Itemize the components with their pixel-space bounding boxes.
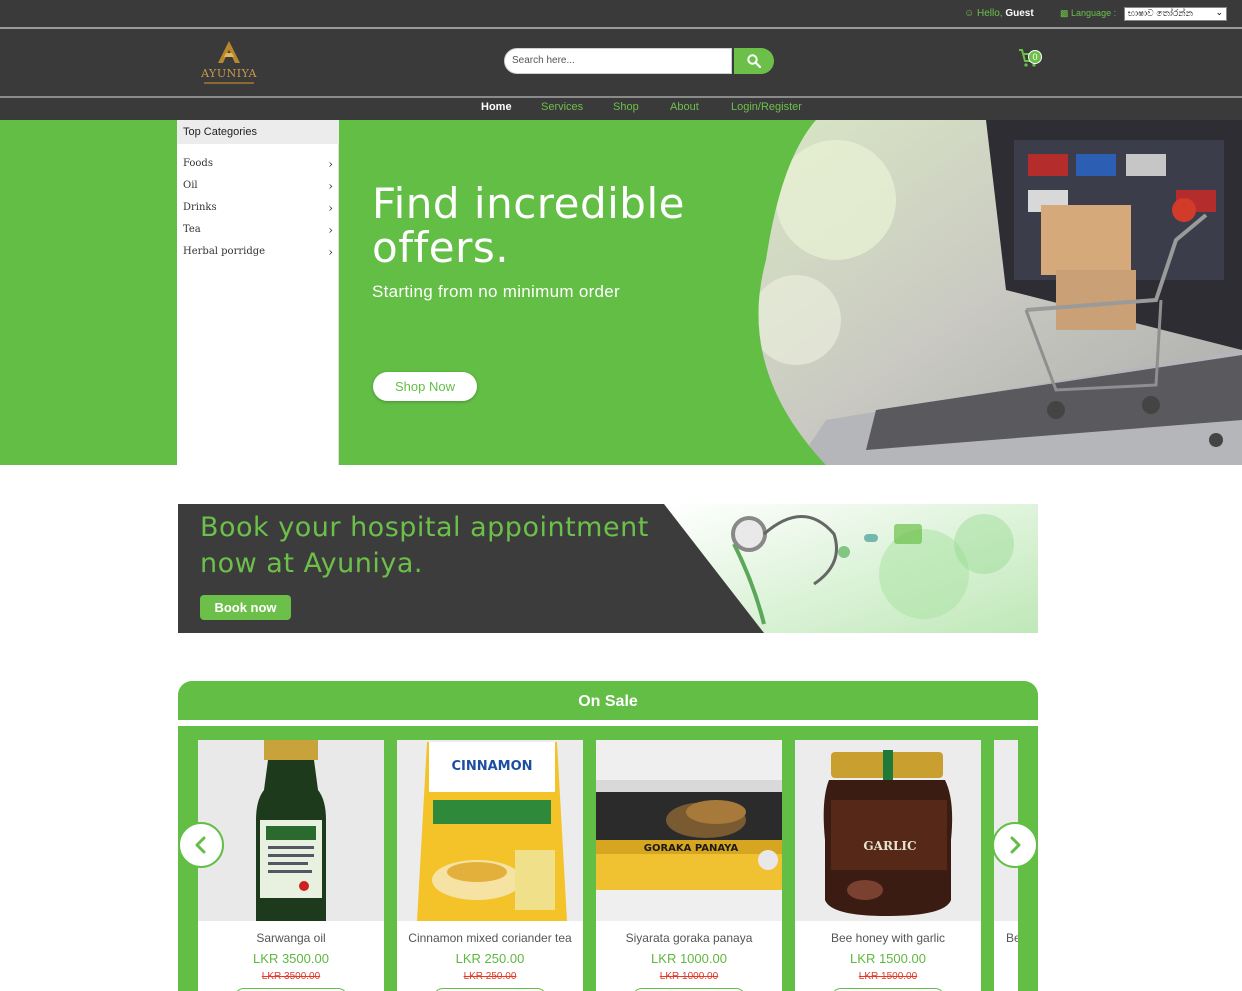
category-item-foods[interactable]: Foods ›	[183, 157, 333, 174]
product-name: Siyarata goraka panaya	[625, 931, 753, 945]
product-name: Cinnamon mixed coriander tea	[408, 931, 572, 945]
logo-mark-icon	[218, 41, 240, 63]
product-old-price: LKR 1000.00	[659, 971, 719, 982]
product-image: GARLIC	[795, 740, 981, 921]
hero-banner: Top Categories Foods › Oil › Drinks › Te…	[0, 120, 1242, 465]
product-old-price: LKR 3500.00	[261, 971, 321, 982]
category-item-tea[interactable]: Tea ›	[183, 223, 333, 240]
book-now-button[interactable]: Book now	[200, 595, 291, 620]
product-card-sarwanga-oil[interactable]: Sarwanga oil LKR 3500.00 LKR 3500.00	[198, 740, 384, 991]
product-card-goraka-panaya[interactable]: GORAKA PANAYA Siyarata goraka panaya LKR…	[596, 740, 782, 991]
product-price: LKR 1000.00	[651, 951, 727, 966]
header: AYUNIYA Search here... 0	[0, 29, 1242, 97]
search-icon	[747, 54, 761, 68]
hero-laptop-cart-image	[758, 120, 1242, 465]
product-image: CINNAMON	[397, 740, 583, 921]
categories-title: Top Categories	[177, 120, 339, 144]
chevron-right-icon: ›	[328, 157, 333, 171]
top-bar: ☺ Hello, Guest ▩ Language : භාෂාව තෝරන්න…	[0, 0, 1242, 28]
cart-count-badge: 0	[1028, 50, 1042, 64]
product-pack-text: GARLIC	[863, 839, 916, 853]
logo-text: AYUNIYA	[201, 67, 257, 80]
chevron-down-icon: ⌄	[1215, 8, 1223, 18]
chevron-left-icon	[195, 836, 206, 854]
hero-subtitle: Starting from no minimum order	[372, 282, 621, 301]
product-name: Bee honey with garlic	[830, 931, 946, 945]
search-button[interactable]	[734, 48, 774, 74]
search-placeholder: Search here...	[512, 55, 575, 66]
user-icon: ☺	[964, 8, 975, 19]
chevron-right-icon: ›	[328, 245, 333, 259]
logo-underline	[204, 82, 254, 84]
carousel-next-button[interactable]	[992, 822, 1038, 868]
greeting[interactable]: ☺ Hello, Guest	[964, 8, 1034, 19]
nav-services[interactable]: Services	[541, 101, 583, 113]
shop-now-button[interactable]: Shop Now	[373, 372, 477, 401]
category-label: Oil	[183, 180, 198, 191]
nav-shop[interactable]: Shop	[613, 101, 639, 113]
nav-login-register[interactable]: Login/Register	[731, 101, 802, 113]
chevron-right-icon: ›	[328, 223, 333, 237]
on-sale-carousel: Sarwanga oil LKR 3500.00 LKR 3500.00 CIN…	[178, 726, 1038, 991]
product-image: GORAKA PANAYA	[596, 740, 782, 921]
nav-home[interactable]: Home	[481, 101, 512, 113]
category-label: Herbal porridge	[183, 246, 266, 257]
product-card-bee-honey-garlic[interactable]: GARLIC Bee honey with garlic LKR 1500.00…	[795, 740, 981, 991]
categories-panel: Top Categories Foods › Oil › Drinks › Te…	[177, 120, 339, 465]
product-price: LKR 1500.00	[850, 951, 926, 966]
category-item-herbal-porridge[interactable]: Herbal porridge ›	[183, 245, 333, 262]
on-sale-header: On Sale	[178, 681, 1038, 720]
greeting-user: Guest	[1005, 8, 1034, 19]
language-label: ▩ Language :	[1060, 8, 1116, 19]
nav-about[interactable]: About	[670, 101, 699, 113]
hero-title: Find incredible offers.	[372, 182, 685, 270]
chevron-right-icon: ›	[328, 201, 333, 215]
medical-illustration-image	[664, 504, 1038, 633]
category-item-drinks[interactable]: Drinks ›	[183, 201, 333, 218]
search-input[interactable]: Search here...	[504, 48, 732, 74]
appointment-title-line2: now at Ayuniya.	[200, 548, 423, 579]
chevron-right-icon	[1010, 836, 1021, 854]
product-old-price: LKR 1500.00	[858, 971, 918, 982]
language-select[interactable]: භාෂාව තෝරන්න ⌄	[1124, 7, 1227, 21]
language-icon: ▩	[1060, 8, 1069, 18]
appointment-banner: Book your hospital appointment now at Ay…	[178, 504, 1038, 633]
product-card-cinnamon-tea[interactable]: CINNAMON Cinnamon mixed coriander tea LK…	[397, 740, 583, 991]
product-name: Be	[1006, 931, 1018, 945]
product-pack-text: GORAKA PANAYA	[644, 843, 739, 854]
language-label-text: Language :	[1071, 8, 1117, 18]
carousel-prev-button[interactable]	[178, 822, 224, 868]
category-item-oil[interactable]: Oil ›	[183, 179, 333, 196]
logo[interactable]: AYUNIYA	[198, 41, 260, 87]
hero-title-line1: Find incredible	[372, 179, 685, 228]
product-image	[198, 740, 384, 921]
product-old-price: LKR 250.00	[463, 971, 517, 982]
product-name: Sarwanga oil	[256, 931, 326, 945]
chevron-right-icon: ›	[328, 179, 333, 193]
main-nav: Home Services Shop About Login/Register	[0, 98, 1242, 120]
category-label: Foods	[183, 158, 213, 169]
product-price: LKR 3500.00	[253, 951, 329, 966]
language-select-value: භාෂාව තෝරන්න	[1128, 9, 1193, 19]
hero-title-line2: offers.	[372, 223, 510, 272]
greeting-prefix: Hello,	[977, 8, 1003, 19]
category-label: Drinks	[183, 202, 217, 213]
product-pack-text: CINNAMON	[451, 759, 532, 774]
product-price: LKR 250.00	[455, 951, 525, 966]
appointment-title-line1: Book your hospital appointment	[200, 512, 649, 543]
cart-button[interactable]: 0	[1018, 46, 1046, 70]
category-label: Tea	[183, 224, 201, 235]
